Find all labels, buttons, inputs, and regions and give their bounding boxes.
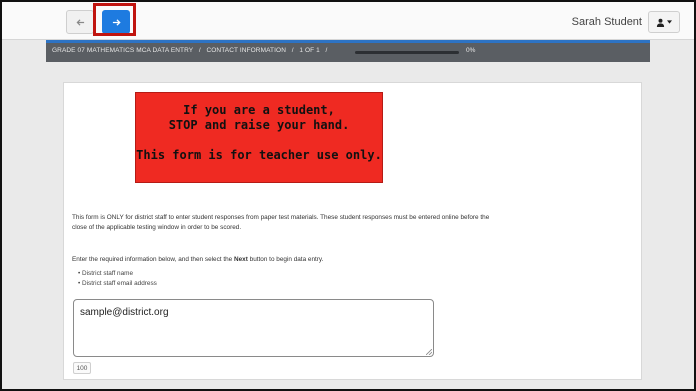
- student-warning-banner: If you are a student, STOP and raise you…: [135, 92, 383, 183]
- back-button[interactable]: [66, 10, 94, 34]
- instruction-text-end: button to begin data entry.: [247, 256, 324, 263]
- breadcrumb-separator: /: [198, 47, 201, 54]
- instruction-next-word: Next: [234, 256, 248, 263]
- breadcrumb: GRADE 07 MATHEMATICS MCA DATA ENTRY / CO…: [46, 40, 650, 62]
- staff-info-textarea[interactable]: [73, 299, 434, 357]
- breadcrumb-item-page: 1 OF 1: [299, 47, 320, 54]
- warning-line-3: This form is for teacher use only.: [136, 148, 382, 162]
- list-item-label: District staff email address: [82, 280, 157, 287]
- form-description: This form is ONLY for district staff to …: [72, 214, 490, 231]
- warning-line-1: If you are a student,: [183, 103, 335, 117]
- breadcrumb-trail: GRADE 07 MATHEMATICS MCA DATA ENTRY / CO…: [52, 47, 327, 54]
- user-icon: [656, 18, 665, 27]
- form-card: If you are a student, STOP and raise you…: [63, 82, 642, 380]
- progress-bar: [355, 51, 459, 54]
- user-name: Sarah Student: [571, 16, 642, 28]
- breadcrumb-item-section: CONTACT INFORMATION: [206, 47, 286, 54]
- list-item: • District staff email address: [78, 280, 157, 287]
- warning-line-2: STOP and raise your hand.: [168, 118, 350, 132]
- arrow-left-icon: [76, 18, 84, 26]
- resize-grip-icon[interactable]: [426, 349, 432, 355]
- breadcrumb-separator: /: [291, 47, 294, 54]
- breadcrumb-item-test: GRADE 07 MATHEMATICS MCA DATA ENTRY: [52, 47, 194, 54]
- next-button-highlight: [93, 3, 136, 36]
- instruction-text: Enter the required information below, an…: [72, 256, 234, 263]
- list-item-label: District staff name: [82, 270, 134, 277]
- caret-down-icon: [667, 20, 672, 24]
- list-item: • District staff name: [78, 270, 134, 277]
- form-instruction: Enter the required information below, an…: [72, 256, 512, 263]
- progress-label: 0%: [466, 47, 476, 54]
- breadcrumb-separator: /: [325, 47, 328, 54]
- required-fields-list: • District staff name • District staff e…: [78, 269, 157, 289]
- character-counter: 100: [73, 362, 91, 374]
- user-menu-button[interactable]: [648, 11, 680, 33]
